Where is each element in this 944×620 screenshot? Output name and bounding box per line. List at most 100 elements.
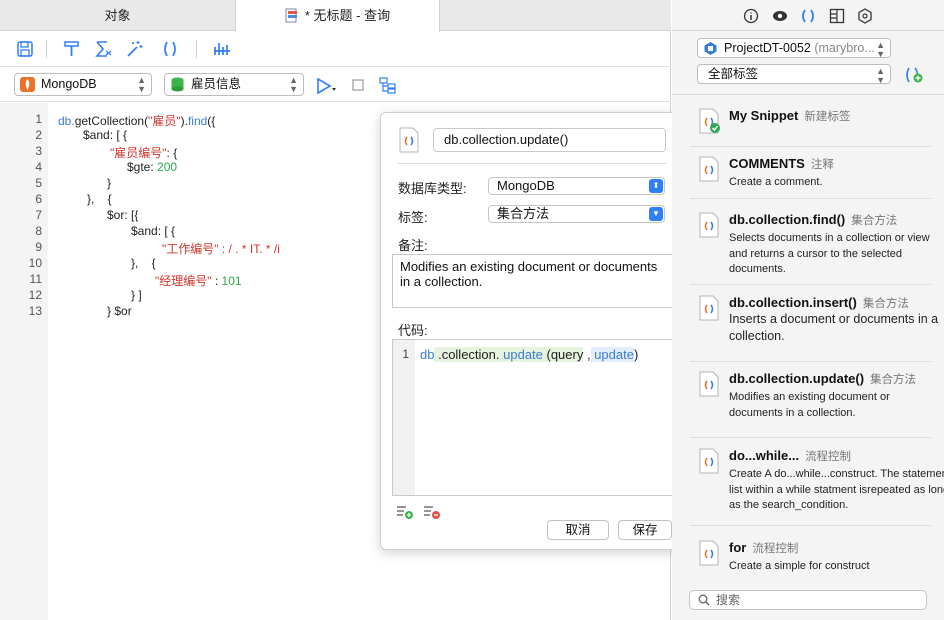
snippet-tag: 新建标签 <box>804 111 851 123</box>
snippet-divider <box>690 146 931 147</box>
project-owner: (marybro... <box>814 41 875 55</box>
snippet-icon <box>699 108 720 134</box>
code-token: }, { <box>87 192 112 206</box>
code-line: "雇员编号": { <box>110 144 177 161</box>
collection-value: 雇员信息 <box>191 77 242 91</box>
collection-select[interactable]: 雇员信息 ▲ ▼ <box>164 73 304 96</box>
code-line: "经理编号" : 101 <box>155 272 242 289</box>
code-token: ({ <box>207 114 216 128</box>
hexagon-icon[interactable] <box>857 8 873 24</box>
magic-wand-icon[interactable] <box>124 39 144 59</box>
code-token: "经理编号" <box>155 274 212 288</box>
code-token: ). <box>180 114 188 128</box>
snippet-panel-icon[interactable] <box>800 8 816 24</box>
format-icon[interactable] <box>62 39 82 59</box>
snippet-tag: 集合方法 <box>870 374 917 386</box>
line-number: 12 <box>28 288 42 302</box>
code-token: "雇员编号" <box>110 146 167 160</box>
db-type-value: MongoDB <box>41 77 97 91</box>
line-number: 10 <box>28 256 42 270</box>
save-button[interactable]: 保存 <box>618 520 672 540</box>
snippet-title-text: COMMENTS <box>729 156 805 171</box>
snippet-tag: 集合方法 <box>851 215 898 227</box>
popover-db-type-select[interactable]: MongoDB ⬍ <box>488 177 665 195</box>
code-line: $gte: 200 <box>127 160 177 174</box>
line-gutter <box>393 340 415 495</box>
code-line: $and: [ { <box>131 224 175 238</box>
connection-toolbar: MongoDB ▲ ▼ 雇员信息 ▲ ▼ <box>0 68 671 102</box>
add-snippet-icon[interactable] <box>904 66 924 84</box>
popover-tag-select[interactable]: 集合方法 ▼ <box>488 205 665 223</box>
snippet-divider <box>690 284 931 285</box>
line-gutter: 1 2 3 4 5 6 7 8 9 10 11 12 13 <box>0 103 48 620</box>
add-placeholder-icon[interactable] <box>396 504 414 520</box>
explain-chart-icon[interactable] <box>212 39 232 59</box>
code-token: $and: [ { <box>83 128 128 142</box>
snippet-description: Create A do...while...construct. The sta… <box>729 468 944 511</box>
snippet-title: for 流程控制 <box>729 540 798 556</box>
line-number: 3 <box>35 144 42 158</box>
database-icon <box>171 77 184 92</box>
tab-query[interactable]: * 无标题 - 查询 <box>235 0 440 32</box>
snippet-name-field[interactable]: db.collection.update() <box>433 128 666 152</box>
project-name: ProjectDT-0052 <box>724 41 811 55</box>
snippet-item[interactable]: do...while... 流程控制 Create A do...while...c… <box>690 448 944 511</box>
snippet-name-value: db.collection.update() <box>444 132 569 147</box>
code-token: : { <box>166 146 178 160</box>
chevron-updown-icon: ▲ ▼ <box>137 75 146 94</box>
save-icon[interactable] <box>15 39 35 59</box>
tab-objects[interactable]: 对象 <box>0 0 235 31</box>
table-icon[interactable] <box>829 8 845 24</box>
project-select[interactable]: ProjectDT-0052 (marybro... ▲ ▼ <box>697 38 891 59</box>
line-number: 8 <box>35 224 42 238</box>
snippet-icon[interactable] <box>160 39 180 59</box>
db-type-select[interactable]: MongoDB ▲ ▼ <box>14 73 152 96</box>
code-token: db. <box>58 114 75 128</box>
divider <box>672 94 944 95</box>
code-token: "雇员" <box>148 114 181 128</box>
snippet-divider <box>690 361 931 362</box>
code-token: $and: [ { <box>131 224 176 238</box>
snippet-search-input[interactable]: 搜索 <box>689 590 927 610</box>
tab-objects-label: 对象 <box>104 8 131 23</box>
snippet-item[interactable]: for 流程控制 Create a simple for construct <box>690 540 935 580</box>
code-token: , <box>583 347 591 362</box>
divider <box>397 163 667 164</box>
snippet-item[interactable]: My Snippet 新建标签 <box>690 108 935 148</box>
line-number: 6 <box>35 192 42 206</box>
snippet-icon <box>399 127 419 153</box>
tag-filter-select[interactable]: 全部标签 ▲ ▼ <box>697 64 891 85</box>
chevron-down-icon: ▼ <box>649 207 663 221</box>
remark-textarea[interactable]: Modifies an existing document or documen… <box>392 254 673 308</box>
chevron-updown-icon: ⬍ <box>649 179 663 193</box>
code-token: $or: [{ <box>107 208 139 222</box>
code-label: 代码: <box>398 323 428 338</box>
panel-toolbar <box>672 0 944 31</box>
snippet-item[interactable]: COMMENTS 注释 Create a comment. <box>690 156 935 196</box>
sigma-icon[interactable] <box>93 39 113 59</box>
eye-icon[interactable] <box>772 8 788 24</box>
snippet-item[interactable]: db.collection.insert() 集合方法 Inserts a docu… <box>690 295 938 343</box>
remove-placeholder-icon[interactable] <box>423 504 441 520</box>
save-label: 保存 <box>632 523 658 537</box>
stop-icon[interactable] <box>352 79 364 91</box>
info-icon[interactable] <box>743 8 759 24</box>
snippet-item[interactable]: db.collection.update() 集合方法 Modifies an ex… <box>690 371 935 419</box>
code-token: 200 <box>157 160 178 174</box>
snippet-divider <box>690 437 931 438</box>
snippet-title-text: db.collection.update() <box>729 371 865 386</box>
snippet-description: Inserts a document or documents in a col… <box>729 312 939 343</box>
chevron-updown-icon: ▲ ▼ <box>289 75 298 94</box>
code-token: $gte: <box>127 160 158 174</box>
snippet-edit-popover: db.collection.update() 数据库类型: MongoDB ⬍ 标… <box>380 112 683 550</box>
explain-icon[interactable] <box>379 77 397 95</box>
code-token: } ] <box>131 288 142 302</box>
snippet-item[interactable]: db.collection.find() 集合方法 Selects document… <box>690 212 935 275</box>
code-token: "工作编号" : / . * IT. * /i <box>162 242 280 256</box>
run-icon[interactable] <box>315 77 339 95</box>
code-token: ) <box>633 347 639 362</box>
line-number: 1 <box>402 347 409 361</box>
cancel-button[interactable]: 取消 <box>547 520 609 540</box>
code-line: } $or <box>107 304 132 318</box>
snippet-code-editor[interactable]: 1 db .collection. update (query , update… <box>392 339 673 496</box>
